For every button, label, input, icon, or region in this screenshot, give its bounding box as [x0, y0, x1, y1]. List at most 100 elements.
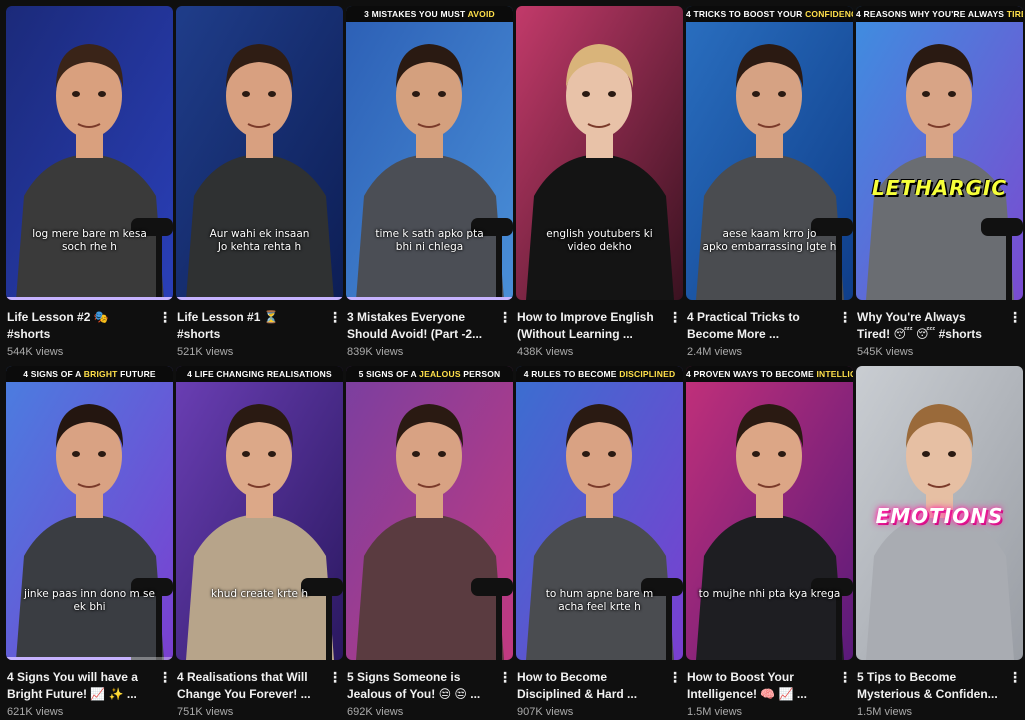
short-title[interactable]: Why You're Always Tired! 😴 😴 #shorts [857, 309, 1002, 343]
thumbnail-image [176, 366, 343, 660]
thumbnail-caption: to mujhe nhi pta kya krega [694, 588, 845, 601]
watch-progress-fill [6, 657, 132, 660]
short-card[interactable]: log mere bare m kesa soch rhe h Life Lesso… [6, 0, 175, 360]
banner-highlight: bright [83, 369, 118, 379]
short-title[interactable]: 4 Realisations that Will Change You Fore… [177, 669, 322, 703]
thumbnail-banner: 4 Signs of a bright future [6, 366, 173, 382]
view-count: 545K views [857, 346, 914, 358]
more-vert-icon[interactable]: ⋮ [158, 310, 172, 326]
short-title[interactable]: Life Lesson #2 🎭 #shorts [7, 309, 152, 343]
short-title[interactable]: 4 Signs You will have a Bright Future! 📈… [7, 669, 152, 703]
more-vert-icon[interactable]: ⋮ [1008, 310, 1022, 326]
short-title[interactable]: 4 Practical Tricks to Become More ... [687, 309, 832, 343]
view-count: 521K views [177, 346, 234, 358]
short-title[interactable]: How to Become Disciplined & Hard ... [517, 669, 662, 703]
thumbnail-image [346, 6, 513, 300]
banner-text: 3 Mistakes you must [364, 9, 466, 19]
more-vert-icon[interactable]: ⋮ [498, 310, 512, 326]
short-thumbnail[interactable]: 4 Rules to become disciplined to hum apn… [516, 366, 683, 660]
banner-highlight: confidence [805, 9, 853, 19]
thumbnail-banner: 4 Rules to become disciplined [516, 366, 683, 382]
watch-progress-bar [346, 297, 513, 300]
short-thumbnail[interactable]: Aur wahi ek insaan Jo kehta rehta h [176, 6, 343, 300]
thumbnail-banner: 4 Proven ways to become intelligent [686, 366, 853, 382]
short-title[interactable]: Life Lesson #1 ⏳ #shorts [177, 309, 322, 343]
short-title[interactable]: 3 Mistakes Everyone Should Avoid! (Part … [347, 309, 492, 343]
thumbnail-caption: time k sath apko pta bhi ni chlega [354, 228, 505, 254]
caption-line: aese kaam krro jo [722, 228, 817, 240]
short-card[interactable]: 4 Reasons why you're always tired LETHAR… [856, 0, 1025, 360]
short-card[interactable]: 3 Mistakes you must avoid time k sath ap… [346, 0, 515, 360]
short-thumbnail[interactable]: 4 Reasons why you're always tired LETHAR… [856, 6, 1023, 300]
more-vert-icon[interactable]: ⋮ [498, 670, 512, 686]
banner-text-end: future [120, 369, 156, 379]
more-vert-icon[interactable]: ⋮ [668, 310, 682, 326]
watch-progress-bar [6, 297, 173, 300]
more-vert-icon[interactable]: ⋮ [668, 670, 682, 686]
thumbnail-image [6, 366, 173, 660]
view-count: 751K views [177, 706, 234, 718]
short-thumbnail[interactable]: 4 Signs of a bright future jinke paas inn… [6, 366, 173, 660]
more-vert-icon[interactable]: ⋮ [838, 670, 852, 686]
caption-line: video dekho [567, 241, 632, 253]
banner-highlight: tired [1006, 9, 1023, 19]
short-thumbnail[interactable]: EMOTIONS [856, 366, 1023, 660]
short-thumbnail[interactable]: english youtubers ki video dekho [516, 6, 683, 300]
thumbnail-caption: khud create krte h [184, 588, 335, 601]
short-card[interactable]: EMOTIONS 5 Tips to Become Mysterious & Co… [856, 360, 1025, 720]
short-card[interactable]: 5 Signs of a jealous person 5 Signs Someo… [346, 360, 515, 720]
banner-highlight: avoid [467, 9, 495, 19]
thumbnail-caption: Aur wahi ek insaan Jo kehta rehta h [184, 228, 335, 254]
view-count: 907K views [517, 706, 574, 718]
short-title[interactable]: How to Boost Your Intelligence! 🧠 📈 ... [687, 669, 832, 703]
thumbnail-image [856, 6, 1023, 300]
short-thumbnail[interactable]: 4 Life changing realisations khud create… [176, 366, 343, 660]
thumbnail-caption: log mere bare m kesa soch rhe h [14, 228, 165, 254]
short-thumbnail[interactable]: 4 Tricks to boost your confidence aese k… [686, 6, 853, 300]
short-card[interactable]: 4 Rules to become disciplined to hum apn… [516, 360, 685, 720]
more-vert-icon[interactable]: ⋮ [838, 310, 852, 326]
banner-text: 4 Life changing realisations [187, 369, 332, 379]
thumbnail-image [686, 6, 853, 300]
thumbnail-image [176, 6, 343, 300]
short-card[interactable]: english youtubers ki video dekho How to Im… [516, 0, 685, 360]
caption-line: to mujhe nhi pta kya krega [698, 588, 841, 600]
banner-text: 4 Reasons why you're always [856, 9, 1005, 19]
thumbnail-banner: 4 Tricks to boost your confidence [686, 6, 853, 22]
short-card[interactable]: 4 Tricks to boost your confidence aese k… [686, 0, 855, 360]
short-thumbnail[interactable]: 5 Signs of a jealous person [346, 366, 513, 660]
short-title[interactable]: 5 Signs Someone is Jealous of You! 😒 😒 .… [347, 669, 492, 703]
thumbnail-overlay-word: LETHARGIC [871, 176, 1008, 200]
short-card[interactable]: 4 Proven ways to become intelligent to m… [686, 360, 855, 720]
short-card[interactable]: 4 Life changing realisations khud create… [176, 360, 345, 720]
banner-text: 4 Tricks to boost your [686, 9, 803, 19]
caption-line: time k sath apko pta [375, 228, 484, 240]
more-vert-icon[interactable]: ⋮ [158, 670, 172, 686]
thumbnail-image [6, 6, 173, 300]
shorts-grid: log mere bare m kesa soch rhe h Life Lesso… [0, 0, 1025, 720]
caption-line: acha feel krte h [558, 601, 641, 613]
view-count: 621K views [7, 706, 64, 718]
banner-text: 4 Signs of a [23, 369, 82, 379]
short-thumbnail[interactable]: 4 Proven ways to become intelligent to m… [686, 366, 853, 660]
short-card[interactable]: 4 Signs of a bright future jinke paas inn… [6, 360, 175, 720]
caption-line: to hum apne bare m [545, 588, 654, 600]
caption-line: Jo kehta rehta h [217, 241, 302, 253]
thumbnail-caption: english youtubers ki video dekho [524, 228, 675, 254]
thumbnail-caption: aese kaam krro jo apko embarrassing lgte … [694, 228, 845, 254]
thumbnail-caption: to hum apne bare m acha feel krte h [524, 588, 675, 614]
more-vert-icon[interactable]: ⋮ [328, 310, 342, 326]
caption-line: apko embarrassing lgte h [702, 241, 837, 253]
thumbnail-banner: 5 Signs of a jealous person [346, 366, 513, 382]
short-thumbnail[interactable]: log mere bare m kesa soch rhe h [6, 6, 173, 300]
thumbnail-image [516, 6, 683, 300]
banner-text: 4 Rules to become [523, 369, 617, 379]
view-count: 544K views [7, 346, 64, 358]
short-title[interactable]: How to Improve English (Without Learning… [517, 309, 662, 343]
short-card[interactable]: Aur wahi ek insaan Jo kehta rehta h Life L… [176, 0, 345, 360]
short-title[interactable]: 5 Tips to Become Mysterious & Confiden..… [857, 669, 1002, 703]
more-vert-icon[interactable]: ⋮ [328, 670, 342, 686]
short-thumbnail[interactable]: 3 Mistakes you must avoid time k sath ap… [346, 6, 513, 300]
more-vert-icon[interactable]: ⋮ [1008, 670, 1022, 686]
view-count: 839K views [347, 346, 404, 358]
